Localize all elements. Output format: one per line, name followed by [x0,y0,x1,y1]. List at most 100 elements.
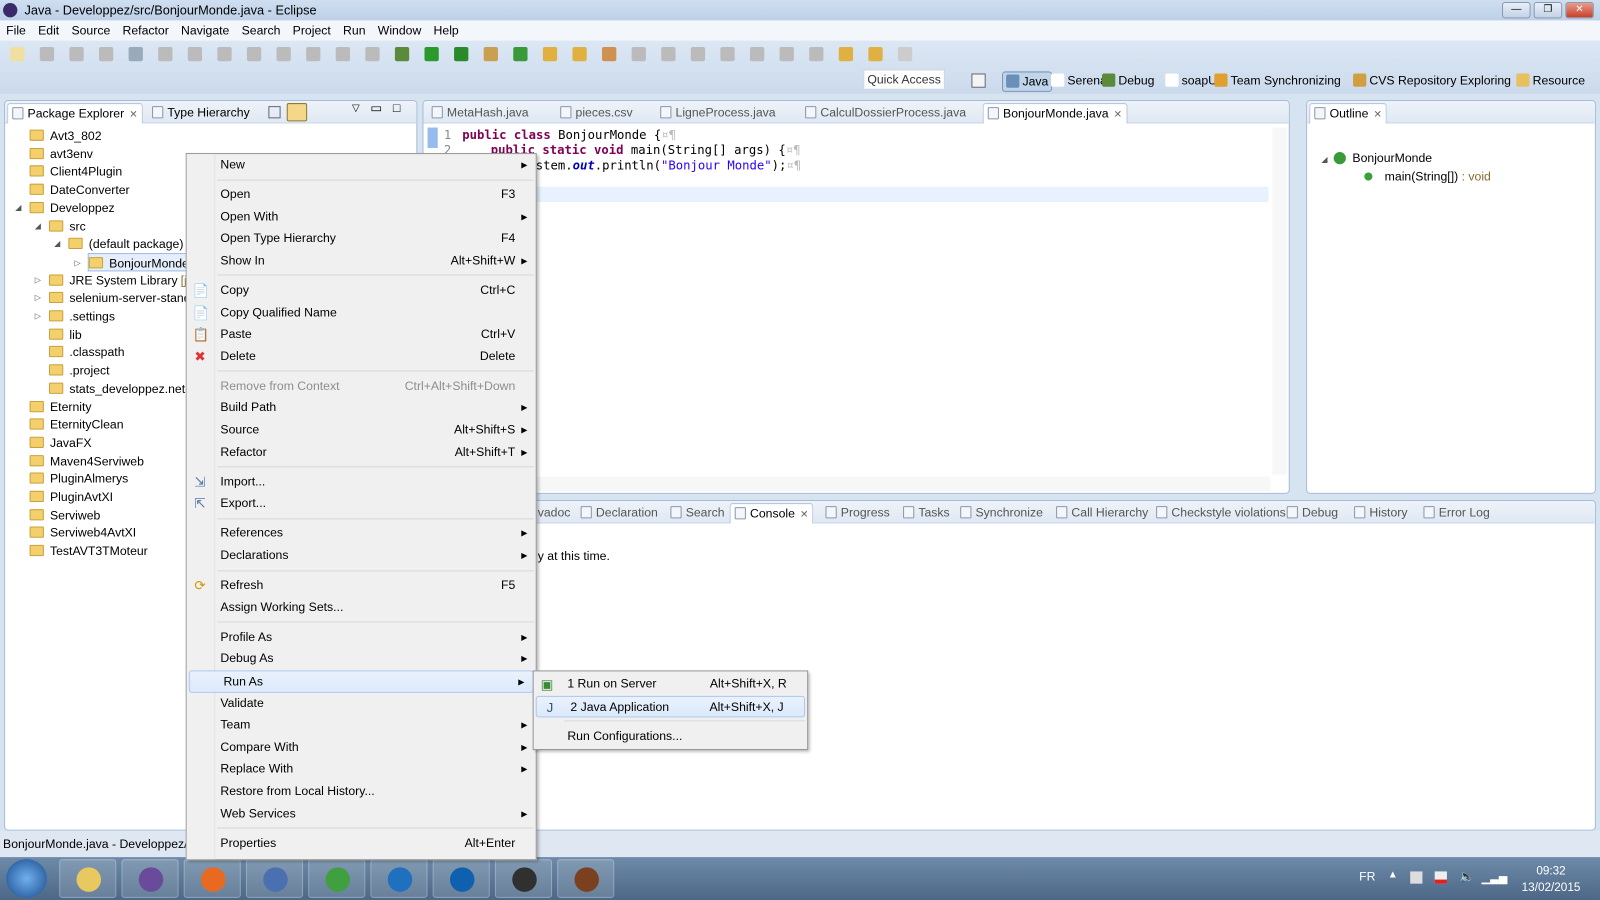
toolbar-button-icon[interactable] [513,46,528,62]
menu-project[interactable]: Project [287,23,337,37]
bottom-tab-console[interactable]: Console ✕ [729,503,814,524]
collapsed-arrow-icon[interactable]: ▷ [74,254,80,272]
toolbar-button-icon[interactable] [779,46,794,62]
tree-item-selenium-server-standa[interactable]: ▷ selenium-server-standa [35,289,198,307]
menu-item-web-services[interactable]: Web Services ▶ [187,803,536,825]
editor-tab-metahash-java[interactable]: MetaHash.java [428,103,533,123]
toolbar-button-icon[interactable] [246,46,262,62]
toolbar-button-icon[interactable] [749,46,765,62]
collapse-all-icon[interactable] [268,106,281,119]
toolbar-button-icon[interactable] [809,46,824,62]
perspective-resource[interactable]: Resource [1516,71,1585,89]
tree-item-settings[interactable]: ▷ .settings [35,307,115,325]
menu-item-refresh[interactable]: ⟳ Refresh F5 [187,575,536,597]
toolbar-button-icon[interactable] [661,46,676,62]
menu-item-declarations[interactable]: Declarations ▶ [187,545,536,567]
toolbar-button-icon[interactable] [69,46,84,62]
code-line-2[interactable]: public static void main(String[] args) {… [491,143,801,158]
menu-refactor[interactable]: Refactor [116,23,175,37]
network-tray-icon[interactable] [1410,871,1423,884]
menu-item-open-with[interactable]: Open With ▶ [187,206,536,228]
close-icon[interactable]: ✕ [1114,109,1123,120]
perspective-java[interactable]: Java [1002,71,1053,92]
toolbar-button-icon[interactable] [454,46,469,62]
toolbar-button-icon[interactable] [306,46,321,62]
perspective-debug[interactable]: Debug [1102,71,1154,89]
editor-tab-pieces-csv[interactable]: pieces.csv [556,103,637,123]
menu-item-validate[interactable]: Validate [187,692,536,714]
toolbar-button-icon[interactable] [217,46,232,62]
taskbar-outlook[interactable] [432,859,490,898]
maximize-icon[interactable]: □ [393,101,400,115]
taskbar-console[interactable] [494,859,553,898]
menu-item-open[interactable]: Open F3 [187,184,536,206]
tree-item-serviweb4avtxi[interactable]: Serviweb4AvtXI [29,524,137,542]
menu-item-copy[interactable]: 📄 Copy Ctrl+C [187,280,536,302]
close-button[interactable]: ✕ [1565,2,1594,19]
menu-item-open-type-hierarchy[interactable]: Open Type Hierarchy F4 [187,228,536,250]
menu-item-source[interactable]: Source Alt+Shift+S ▶ [187,419,536,441]
toolbar-button-icon[interactable] [39,46,55,62]
bottom-tab-tasks[interactable]: Tasks [899,503,954,523]
clock[interactable]: 09:32 13/02/2015 [1520,863,1581,896]
taskbar-network[interactable] [245,859,304,898]
menu-item-import[interactable]: ⇲ Import... [187,471,536,493]
menu-item-show-in[interactable]: Show In Alt+Shift+W ▶ [187,250,536,272]
menu-search[interactable]: Search [236,23,287,37]
tree-item-avt3env[interactable]: avt3env [29,145,93,163]
menu-file[interactable]: File [0,23,32,37]
toolbar-button-icon[interactable] [187,46,203,62]
perspective-soapui[interactable]: soapUI [1165,71,1220,89]
taskbar-lync[interactable] [370,859,428,898]
menu-item-replace-with[interactable]: Replace With ▶ [187,759,536,781]
tree-item-pluginavtxi[interactable]: PluginAvtXI [29,488,113,506]
taskbar-java-ee-ide[interactable] [557,859,615,898]
outline-class[interactable]: ◢ BonjourMonde [1321,149,1432,167]
toolbar-button-icon[interactable] [690,46,706,62]
expanded-arrow-icon[interactable]: ◢ [35,217,41,235]
toolbar-button-icon[interactable] [335,46,350,62]
toolbar-button-icon[interactable] [128,46,143,62]
tree-item-testavt3tmoteur[interactable]: TestAVT3TMoteur [29,542,148,560]
signal-icon[interactable]: ▁▃▅ [1482,871,1508,884]
tree-item-eternity[interactable]: Eternity [29,397,92,415]
vertical-scrollbar[interactable] [1272,127,1287,475]
toolbar-button-icon[interactable] [631,46,646,62]
menu-item-profile-as[interactable]: Profile As ▶ [187,626,536,648]
volume-icon[interactable]: 🔈 [1459,869,1474,883]
tree-item-pluginalmerys[interactable]: PluginAlmerys [29,470,129,488]
horizontal-scrollbar[interactable] [525,476,1271,491]
menu-item-run-configurations[interactable]: Run Configurations... [534,725,807,747]
perspective-serena[interactable]: Serena [1051,71,1107,89]
menu-item-team[interactable]: Team ▶ [187,714,536,736]
collapsed-arrow-icon[interactable]: ▷ [35,289,41,307]
close-icon[interactable]: ✕ [129,109,138,120]
tree-item-dateconverter[interactable]: DateConverter [29,181,130,199]
menu-item-delete[interactable]: ✖ Delete Delete [187,346,536,368]
bottom-tab-search[interactable]: Search [666,503,728,523]
tab-outline[interactable]: Outline ✕ [1309,103,1388,124]
close-icon[interactable]: ✕ [800,509,809,520]
menu-navigate[interactable]: Navigate [175,23,236,37]
menu-item-1-run-on-server[interactable]: ▣ 1 Run on Server Alt+Shift+X, R [534,673,807,695]
open-perspective-icon[interactable] [971,73,986,88]
link-with-editor-icon[interactable] [286,103,308,122]
editor-tab-bonjourmonde-java[interactable]: BonjourMonde.java ✕ [982,103,1128,124]
collapsed-arrow-icon[interactable]: ▷ [35,307,41,325]
toolbar-button-icon[interactable] [394,46,410,62]
tree-item-javafx[interactable]: JavaFX [29,434,92,452]
tree-item-default-package[interactable]: ◢ (default package) [54,235,183,253]
tree-item-maven4serviweb[interactable]: Maven4Serviweb [29,452,144,470]
outline-method[interactable]: main(String[]) : void [1364,167,1491,185]
toolbar-button-icon[interactable] [483,46,498,62]
toolbar-button-icon[interactable] [897,46,913,62]
action-center-icon[interactable] [1434,871,1447,884]
quick-access-input[interactable]: Quick Access [863,69,945,90]
minimize-icon[interactable]: ▭ [370,101,382,115]
toolbar-button-icon[interactable] [365,46,380,62]
menu-item-copy-qualified-name[interactable]: 📄 Copy Qualified Name [187,302,536,324]
taskbar-explorer[interactable] [59,859,117,898]
tab-package-explorer[interactable]: Package Explorer ✕ [7,103,143,124]
perspective-team-synchronizing[interactable]: Team Synchronizing [1214,71,1341,89]
menu-item-debug-as[interactable]: Debug As ▶ [187,648,536,670]
